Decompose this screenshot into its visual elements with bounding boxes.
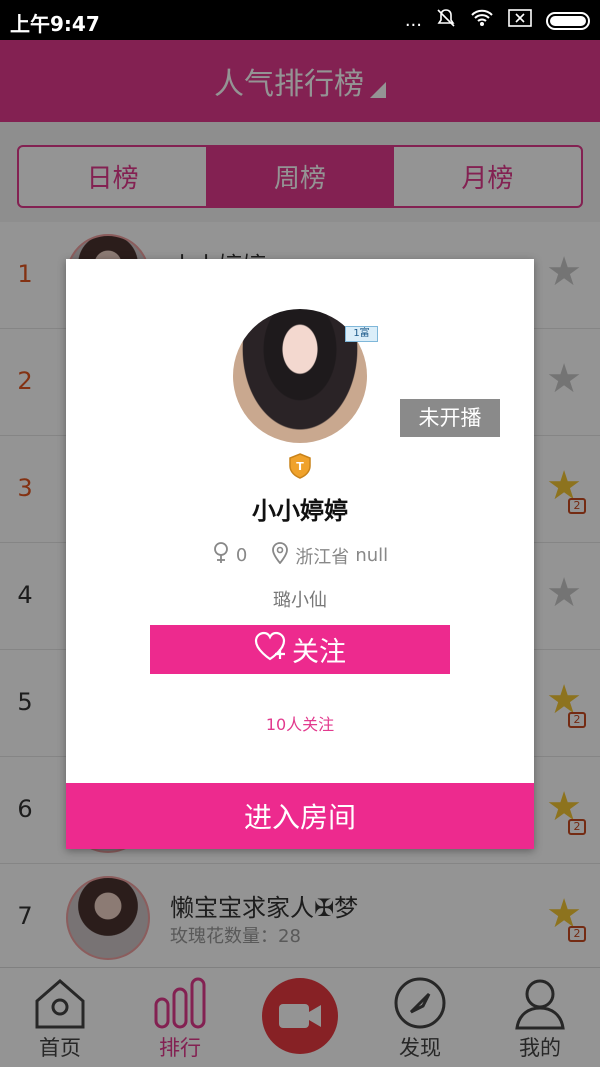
female-icon bbox=[212, 542, 230, 569]
sim-x-icon bbox=[508, 9, 532, 32]
status-icons: ... bbox=[405, 8, 590, 33]
location-city: null bbox=[355, 545, 389, 566]
more-dots: ... bbox=[404, 10, 422, 31]
follower-count: 10人关注 bbox=[265, 715, 335, 734]
svg-text:T: T bbox=[296, 460, 304, 473]
live-status-badge: 未开播 bbox=[400, 399, 500, 437]
battery-icon bbox=[546, 11, 590, 30]
follow-button[interactable]: 关注 bbox=[150, 625, 450, 674]
rich-level-badge: 1富 bbox=[345, 326, 378, 342]
profile-meta: 0 浙江省 null bbox=[66, 542, 534, 569]
gender-count: 0 bbox=[235, 545, 248, 566]
bell-off-icon bbox=[436, 8, 456, 33]
enter-room-button[interactable]: 进入房间 bbox=[66, 783, 534, 849]
location-pin-icon bbox=[271, 542, 289, 569]
profile-dialog: 1富 未开播 T 小小婷婷 0 浙江省 null 璐小仙 关注 10人关注 进入… bbox=[66, 259, 534, 849]
follow-label: 关注 bbox=[292, 637, 346, 668]
heart-plus-icon bbox=[254, 631, 288, 668]
profile-name: 小小婷婷 bbox=[252, 497, 348, 525]
wifi-icon bbox=[470, 9, 494, 32]
status-time: 上午9:47 bbox=[10, 12, 100, 36]
status-bar: 上午9:47 ... bbox=[0, 0, 600, 40]
shield-badge-icon: T bbox=[288, 453, 312, 479]
location-province: 浙江省 bbox=[295, 546, 350, 568]
profile-signature: 璐小仙 bbox=[273, 590, 327, 611]
